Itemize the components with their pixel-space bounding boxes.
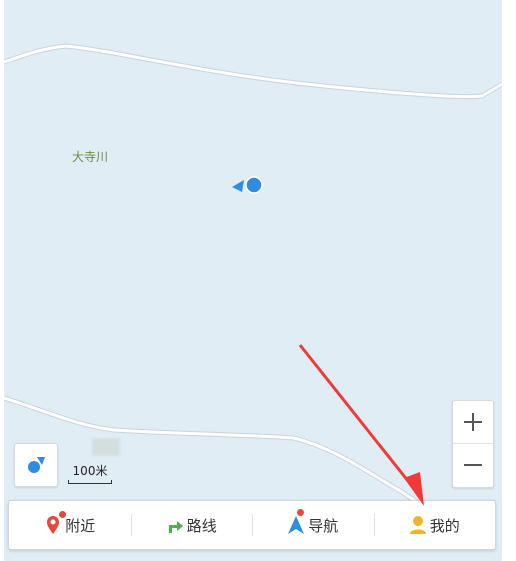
zoom-control [452, 400, 494, 488]
nav-label-nearby: 附近 [65, 516, 96, 535]
building-block [92, 438, 120, 456]
user-icon [409, 515, 427, 535]
nav-item-route[interactable]: 路线 [130, 501, 253, 549]
plus-icon [464, 413, 482, 431]
scale-label: 100米 [72, 464, 108, 478]
zoom-in-button[interactable] [453, 401, 493, 444]
locate-button[interactable] [14, 443, 58, 487]
nav-label-mine: 我的 [429, 516, 460, 535]
location-marker-icon [232, 176, 263, 194]
map-scale: 100米 [68, 458, 112, 486]
nav-item-mine[interactable]: 我的 [373, 501, 496, 549]
road-top [4, 43, 502, 100]
nav-label-route: 路线 [186, 516, 217, 535]
zoom-out-button[interactable] [453, 444, 493, 486]
scale-line [68, 480, 112, 484]
nearby-pin-icon [44, 511, 67, 535]
nav-label-navigation: 导航 [308, 516, 339, 535]
minus-icon [464, 464, 482, 466]
nav-item-nearby[interactable]: 附近 [9, 501, 131, 549]
nav-item-navigation[interactable]: 导航 [252, 501, 374, 549]
bottom-nav: 附近 路线 导航 我的 [8, 500, 496, 550]
place-label: 大寺川 [72, 150, 109, 164]
navigation-arrow-icon [287, 509, 305, 535]
map-canvas[interactable]: 大寺川 100米 [4, 0, 502, 561]
compass-locate-icon [28, 457, 45, 473]
route-arrow-icon [166, 515, 184, 535]
